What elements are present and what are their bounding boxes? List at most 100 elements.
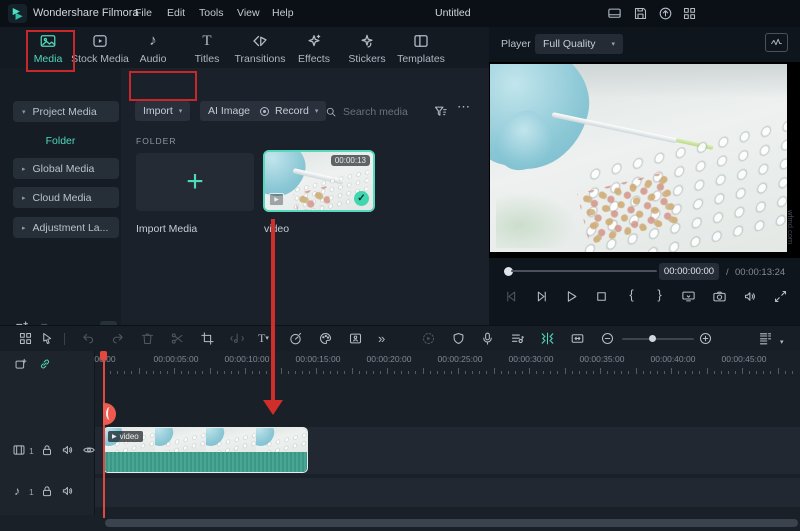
more-tools-icon[interactable]: » [378, 331, 385, 346]
quality-dropdown[interactable]: Full Quality ▾ [535, 34, 623, 54]
delete-icon[interactable] [140, 331, 155, 346]
mask-shield-icon[interactable] [451, 331, 466, 346]
stickers-icon [358, 32, 376, 50]
timeline-scrollbar[interactable] [105, 519, 798, 527]
import-button[interactable]: Import ▾ [135, 101, 191, 121]
menu-tools[interactable]: Tools [199, 7, 224, 19]
duration-badge: 00:00:13 [330, 155, 370, 166]
preview-viewport [489, 62, 800, 258]
stop-icon[interactable] [594, 289, 609, 304]
track-height-icon[interactable] [758, 331, 773, 346]
global-media-label: Global Media [32, 162, 95, 175]
more-options-icon[interactable]: ⋯ [457, 99, 470, 115]
annotation-arrow-line [271, 219, 275, 401]
stock-media-icon [91, 32, 109, 50]
track-height-caret-icon[interactable]: ▾ [780, 335, 784, 350]
timeline-ruler[interactable]: 00:0000:00:05:0000:00:10:0000:00:15:0000… [94, 351, 800, 375]
playhead-marker-tab[interactable] [103, 403, 116, 425]
crop-icon[interactable] [200, 331, 215, 346]
volume-icon[interactable] [743, 289, 758, 304]
track-manager-icon[interactable] [510, 331, 525, 346]
hide-track-icon[interactable] [82, 443, 96, 457]
timeline: 1 ♪ 1 00:0000:00:05:0000:00:10:0000:00:1… [0, 351, 800, 531]
select-tool-icon[interactable] [40, 331, 55, 346]
mute-track-icon[interactable] [61, 443, 75, 457]
undo-icon[interactable] [81, 331, 96, 346]
next-frame-icon[interactable] [534, 289, 549, 304]
time-separator: / [726, 267, 729, 278]
lock-track-icon[interactable] [40, 484, 54, 498]
snapshot-camera-icon[interactable] [712, 289, 727, 304]
layout-icon[interactable] [607, 6, 622, 21]
split-scissors-icon[interactable] [170, 331, 185, 346]
display-device-icon[interactable] [681, 289, 696, 304]
project-media-label: Project Media [32, 105, 97, 118]
previous-frame-icon[interactable] [504, 289, 519, 304]
import-media-tile[interactable]: + [136, 153, 254, 211]
chevron-down-icon: ▾ [22, 108, 26, 116]
ai-image-button[interactable]: AI Image [200, 101, 259, 121]
tab-effects-label: Effects [298, 53, 330, 65]
sidebar-item-adjustment-layer[interactable]: ▸ Adjustment La... [13, 217, 119, 238]
mark-out-icon[interactable]: } [652, 287, 667, 302]
sidebar-item-project-media[interactable]: ▾ Project Media [13, 101, 119, 122]
voiceover-mic-icon[interactable] [480, 331, 495, 346]
menu-edit[interactable]: Edit [167, 7, 185, 19]
player-panel: Player Full Quality ▾ 00:00:00:00 / 00:0… [489, 27, 800, 325]
sidebar-item-cloud-media[interactable]: ▸ Cloud Media [13, 187, 119, 208]
clip-label-badge: ▶ video [108, 431, 143, 442]
motion-tracking-icon[interactable] [348, 331, 363, 346]
watermark: wfmd.com [786, 210, 795, 245]
playhead-handle[interactable] [100, 351, 107, 361]
zoom-to-fit-icon[interactable] [570, 331, 585, 346]
lock-track-icon[interactable] [40, 443, 54, 457]
import-label: Import [143, 105, 173, 117]
color-palette-icon[interactable] [318, 331, 333, 346]
fullscreen-icon[interactable] [773, 289, 788, 304]
audio-track-lane[interactable] [95, 478, 800, 507]
tab-templates-label: Templates [397, 53, 445, 65]
preview-video [490, 64, 787, 252]
tab-templates[interactable]: Templates [386, 32, 456, 65]
scrubber-track[interactable] [511, 270, 657, 272]
timeline-layout-icon[interactable] [18, 331, 33, 346]
play-icon: ▶ [112, 434, 117, 440]
mute-track-icon[interactable] [61, 484, 75, 498]
sidebar-item-folder[interactable]: Folder [0, 135, 121, 147]
zoom-slider-handle[interactable] [649, 335, 656, 342]
workspace-grid-icon[interactable] [682, 6, 697, 21]
audio-stretch-icon[interactable] [229, 331, 244, 346]
scope-view-icon[interactable] [765, 33, 788, 52]
zoom-slider[interactable] [622, 338, 694, 340]
annotation-arrow-head [263, 400, 283, 415]
search-icon [325, 106, 337, 118]
play-icon[interactable] [564, 289, 579, 304]
playhead[interactable] [100, 351, 116, 518]
filter-icon[interactable] [433, 104, 448, 119]
link-clips-icon[interactable] [38, 357, 52, 371]
search-input[interactable]: Search media [343, 106, 408, 118]
title-bar: Wondershare Filmora File Edit Tools View… [0, 0, 800, 27]
redo-icon[interactable] [110, 331, 125, 346]
record-button[interactable]: Record ▾ [252, 101, 327, 121]
menu-view[interactable]: View [237, 7, 260, 19]
record-icon [260, 106, 269, 116]
speed-icon[interactable] [288, 331, 303, 346]
text-tool-icon[interactable]: T▾ [258, 331, 269, 346]
zoom-out-icon[interactable] [600, 331, 615, 346]
timeline-video-clip[interactable]: ▶ video [103, 427, 308, 473]
add-track-icon[interactable] [14, 357, 28, 371]
export-icon[interactable] [658, 6, 673, 21]
menu-help[interactable]: Help [272, 7, 294, 19]
video-media-tile[interactable]: 00:00:13 ▶ ✓ [263, 150, 375, 212]
render-preview-icon[interactable] [421, 331, 436, 346]
zoom-in-icon[interactable] [698, 331, 713, 346]
sidebar-item-global-media[interactable]: ▸ Global Media [13, 158, 119, 179]
tab-titles-label: Titles [194, 53, 220, 65]
snap-toggle-icon[interactable] [540, 331, 555, 346]
video-tile-label: video [264, 223, 290, 235]
transitions-icon [251, 32, 269, 50]
menu-file[interactable]: File [135, 7, 152, 19]
save-icon[interactable] [633, 6, 648, 21]
mark-in-icon[interactable]: { [624, 287, 639, 302]
